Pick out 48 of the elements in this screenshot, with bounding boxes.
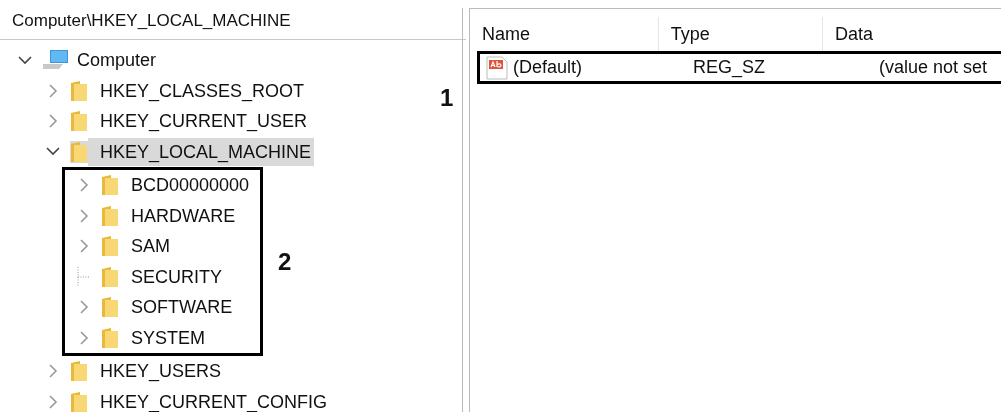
folder-icon [70,79,88,102]
tree-item[interactable]: HKEY_CURRENT_CONFIG [88,387,331,412]
tree-item[interactable]: HKEY_USERS [88,357,225,386]
string-value-icon [485,55,509,80]
folder-icon [70,390,88,412]
chevron-right-icon[interactable] [79,208,89,223]
tree-item[interactable]: HKEY_CURRENT_USER [88,107,311,136]
chevron-right-icon[interactable] [48,83,58,98]
tree-item[interactable]: SYSTEM [119,323,208,352]
folder-icon [101,235,119,258]
table-cell: (Default) [513,57,583,78]
tree-item[interactable]: Computer [77,46,160,75]
tree-item[interactable]: SECURITY [119,262,225,291]
tree-item[interactable]: SAM [119,232,173,261]
value-row[interactable]: (Default) REG_SZ (value not set [477,51,1001,84]
column-header[interactable]: Data [822,17,1001,51]
computer-icon [42,49,70,72]
tree-item[interactable]: HARDWARE [119,201,239,230]
pane-splitter[interactable] [462,8,470,412]
folder-icon [101,296,119,319]
folder-icon [70,110,88,133]
tree-line-icon [77,266,91,287]
callout-number: 1 [440,84,454,112]
callout-number: 2 [278,247,292,276]
folder-icon [70,360,88,383]
chevron-right-icon[interactable] [79,300,89,315]
folder-icon [101,204,119,227]
folder-icon [101,326,119,349]
address-bar[interactable]: Computer\HKEY_LOCAL_MACHINE [0,0,466,40]
table-cell-text: (value not set [878,57,989,78]
tree-item[interactable]: HKEY_CLASSES_ROOT [88,76,308,105]
chevron-down-icon[interactable] [46,147,60,157]
column-header[interactable]: Name [470,17,659,51]
chevron-down-icon[interactable] [18,55,32,65]
table-cell-text: REG_SZ [692,57,767,78]
chevron-right-icon[interactable] [79,330,89,345]
column-header[interactable]: Type [658,17,823,51]
tree-item[interactable]: SOFTWARE [119,293,236,322]
chevron-right-icon[interactable] [79,178,89,193]
folder-icon [101,265,119,288]
folder-icon [70,140,88,163]
tree-item[interactable]: BCD00000000 [119,171,253,200]
chevron-right-icon[interactable] [48,114,58,129]
chevron-right-icon[interactable] [48,364,58,379]
tree-item[interactable]: HKEY_LOCAL_MACHINE [88,137,315,166]
chevron-right-icon[interactable] [48,394,58,409]
chevron-right-icon[interactable] [79,239,89,254]
folder-icon [101,174,119,197]
